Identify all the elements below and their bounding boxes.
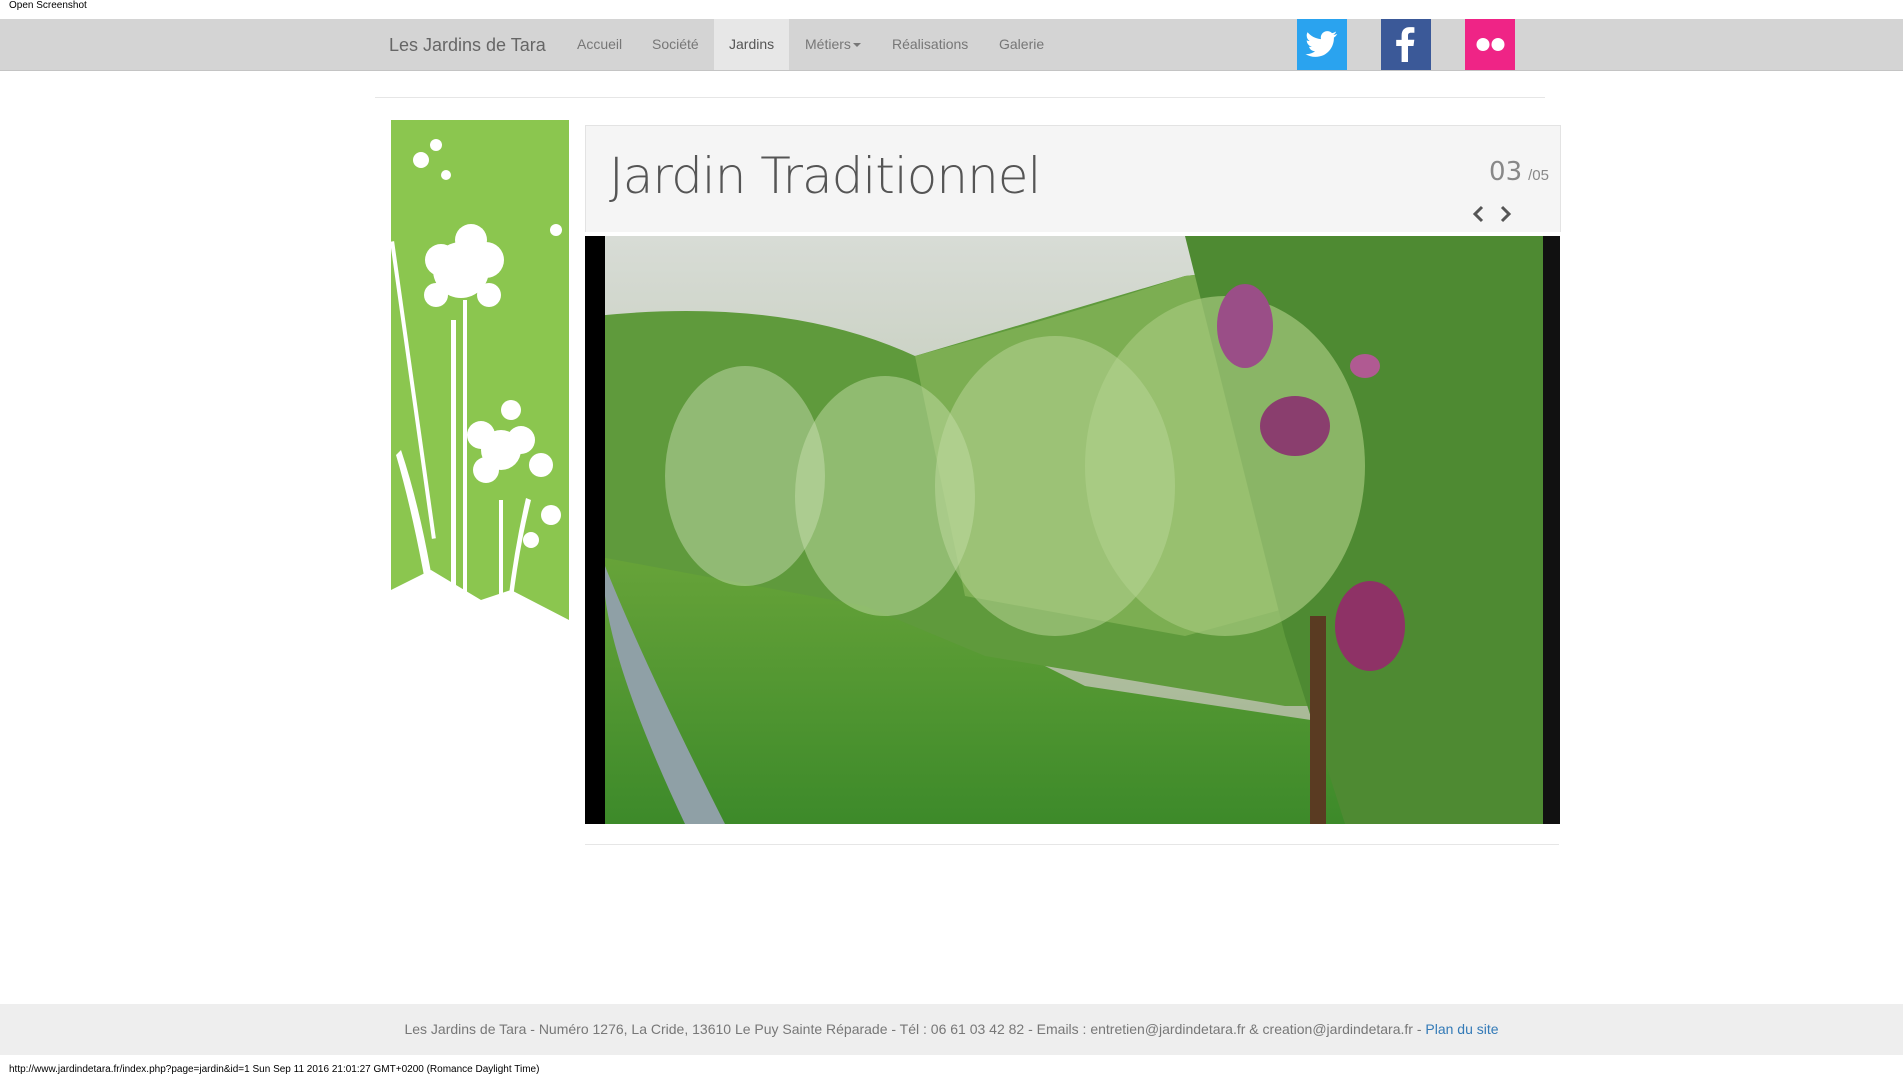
facebook-link[interactable] — [1381, 19, 1431, 70]
twitter-icon — [1305, 31, 1338, 57]
prev-slide-button[interactable] — [1468, 203, 1490, 225]
brand-link[interactable]: Les Jardins de Tara — [389, 35, 546, 56]
slide-total: /05 — [1528, 167, 1549, 184]
navbar: Les Jardins de Tara Accueil Société Jard… — [0, 19, 1903, 71]
next-slide-button[interactable] — [1494, 203, 1516, 225]
garden-image — [595, 236, 1560, 824]
flower-silhouette-icon — [391, 139, 569, 690]
flickr-icon — [1476, 38, 1505, 51]
footer: Les Jardins de Tara - Numéro 1276, La Cr… — [0, 1004, 1903, 1055]
nav-metiers-label: Métiers — [805, 36, 851, 52]
divider — [375, 97, 1545, 98]
caret-down-icon — [852, 43, 861, 48]
chevron-left-icon — [1472, 205, 1483, 223]
slide-current: 03 — [1489, 157, 1523, 187]
page-title: Jardin Traditionnel — [609, 147, 1041, 205]
status-bar: http://www.jardindetara.fr/index.php?pag… — [9, 1064, 540, 1075]
nav-metiers[interactable]: Métiers — [790, 19, 876, 70]
nav-jardins[interactable]: Jardins — [714, 19, 790, 70]
nav-societe[interactable]: Société — [637, 19, 714, 70]
flickr-link[interactable] — [1465, 19, 1515, 70]
footer-text: Les Jardins de Tara - Numéro 1276, La Cr… — [404, 1021, 1426, 1037]
facebook-icon — [1396, 27, 1415, 63]
nav-galerie[interactable]: Galerie — [984, 19, 1059, 70]
chevron-right-icon — [1500, 205, 1512, 223]
top-note: Open Screenshot — [9, 0, 87, 11]
gallery-header: Jardin Traditionnel 03/05 — [585, 125, 1561, 232]
sitemap-link[interactable]: Plan du site — [1425, 1021, 1498, 1037]
slide-counter: 03/05 — [1489, 157, 1549, 187]
side-decorative-image — [391, 120, 569, 690]
divider — [585, 844, 1559, 845]
garden-photo — [585, 236, 1560, 824]
slide-arrows — [1468, 203, 1516, 230]
nav-realisations[interactable]: Réalisations — [877, 19, 983, 70]
twitter-link[interactable] — [1297, 19, 1347, 70]
nav-accueil[interactable]: Accueil — [562, 19, 637, 70]
